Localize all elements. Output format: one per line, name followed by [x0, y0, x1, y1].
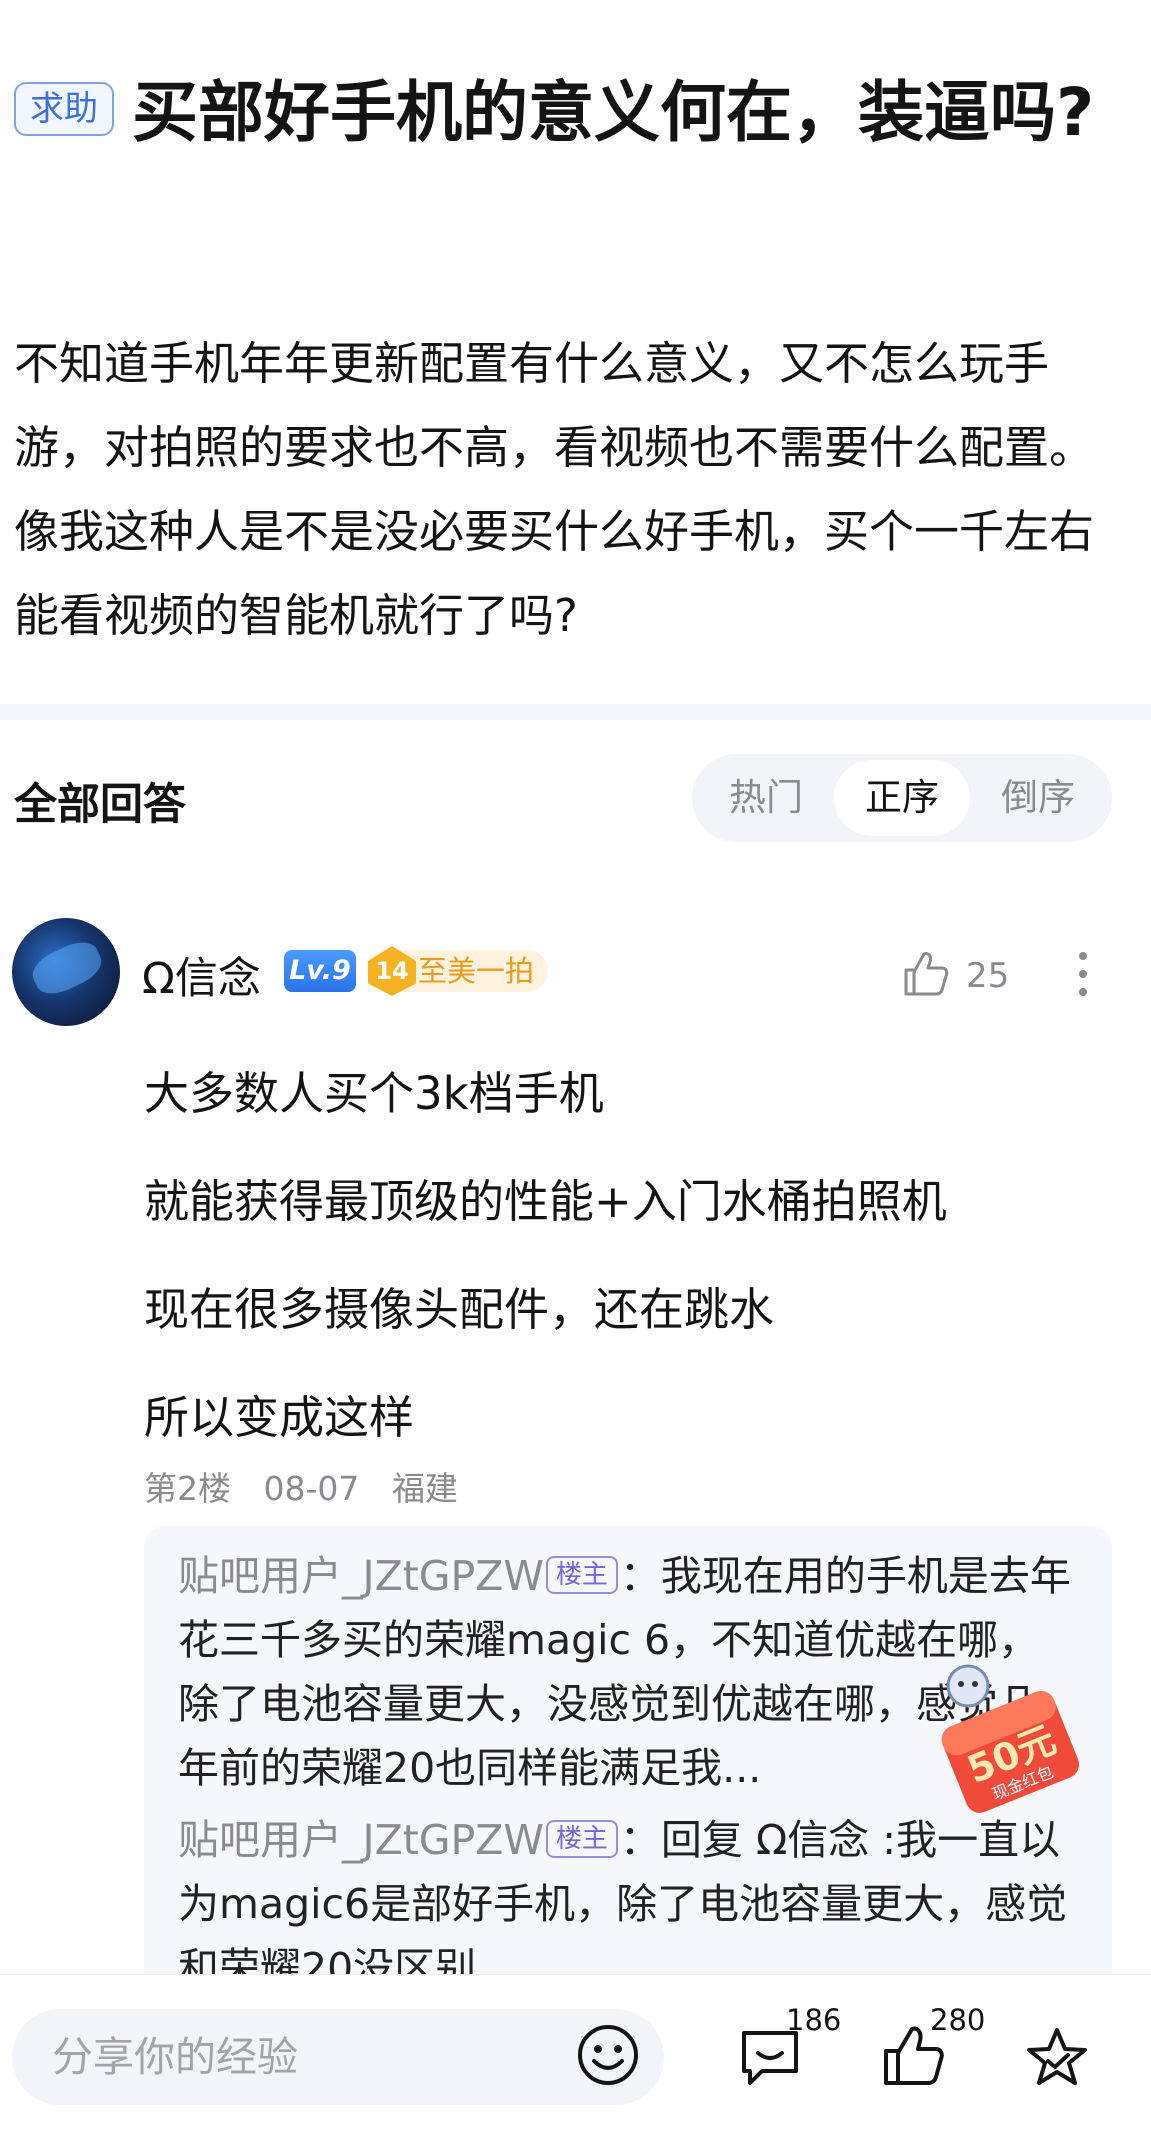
sort-tabs: 热门 正序 倒序 [692, 754, 1112, 842]
honor-number: 14 [368, 946, 416, 996]
host-tag: 楼主 [545, 1820, 618, 1858]
reply-content: 大多数人买个3k档手机 就能获得最顶级的性能+入门水桶拍照机 现在很多摄像头配件… [144, 1040, 1104, 1472]
post-title-text: 买部好手机的意义何在，装逼吗? [132, 74, 1095, 151]
honor-badge[interactable]: 14 至美一拍 [368, 946, 549, 996]
post-title: 求助 买部好手机的意义何在，装逼吗? [14, 60, 1134, 166]
red-packet-icon[interactable]: 50元 现金红包 [930, 1656, 1090, 1826]
floor-number: 第2楼 [144, 1469, 231, 1508]
reply-line: 所以变成这样 [144, 1391, 415, 1444]
sub-comment[interactable]: 贴吧用户_JZtGPZW 楼主 ：回复 Ω信念 :我一直以为magic6是部好手机，… [178, 1808, 1078, 1996]
avatar[interactable] [12, 918, 120, 1026]
reply-line: 就能获得最顶级的性能+入门水桶拍照机 [144, 1175, 947, 1228]
reply-line: 大多数人买个3k档手机 [144, 1067, 604, 1120]
thumbs-up-icon[interactable] [900, 948, 950, 998]
reply-like-count: 25 [966, 956, 1010, 996]
post-title-block: 求助 买部好手机的意义何在，装逼吗? [14, 60, 1134, 166]
sort-tab-ascending[interactable]: 正序 [834, 760, 970, 836]
level-badge: Lv.9 [284, 950, 356, 992]
more-options-icon[interactable] [1076, 948, 1090, 1000]
help-tag[interactable]: 求助 [14, 81, 114, 136]
honor-label: 至美一拍 [418, 954, 535, 988]
sub-comment-user[interactable]: 贴吧用户_JZtGPZW [178, 1816, 544, 1864]
sort-tab-descending[interactable]: 倒序 [970, 760, 1106, 836]
reply-line: 现在很多摄像头配件，还在跳水 [144, 1283, 775, 1336]
answers-header: 全部回答 [14, 780, 186, 830]
host-tag: 楼主 [545, 1556, 618, 1594]
star-icon[interactable] [1024, 2025, 1090, 2091]
sub-comment-user[interactable]: 贴吧用户_JZtGPZW [178, 1552, 544, 1600]
share-input[interactable]: 分享你的经验 [12, 2009, 664, 2105]
reply-username[interactable]: Ω信念 [142, 944, 261, 1006]
section-divider [0, 704, 1151, 720]
reply-meta: 第2楼 08-07 福建 [144, 1462, 458, 1510]
like-count: 280 [930, 2003, 986, 2037]
bottom-bar: 分享你的经验 186 280 [0, 1974, 1151, 2140]
reply-location: 福建 [391, 1469, 458, 1508]
comment-count: 186 [786, 2003, 842, 2037]
sort-tab-hot[interactable]: 热门 [698, 760, 834, 836]
reply-date: 08-07 [263, 1469, 360, 1508]
emoji-icon[interactable] [576, 2023, 640, 2087]
post-body: 不知道手机年年更新配置有什么意义，又不怎么玩手游，对拍照的要求也不高，看视频也不… [14, 337, 1095, 642]
